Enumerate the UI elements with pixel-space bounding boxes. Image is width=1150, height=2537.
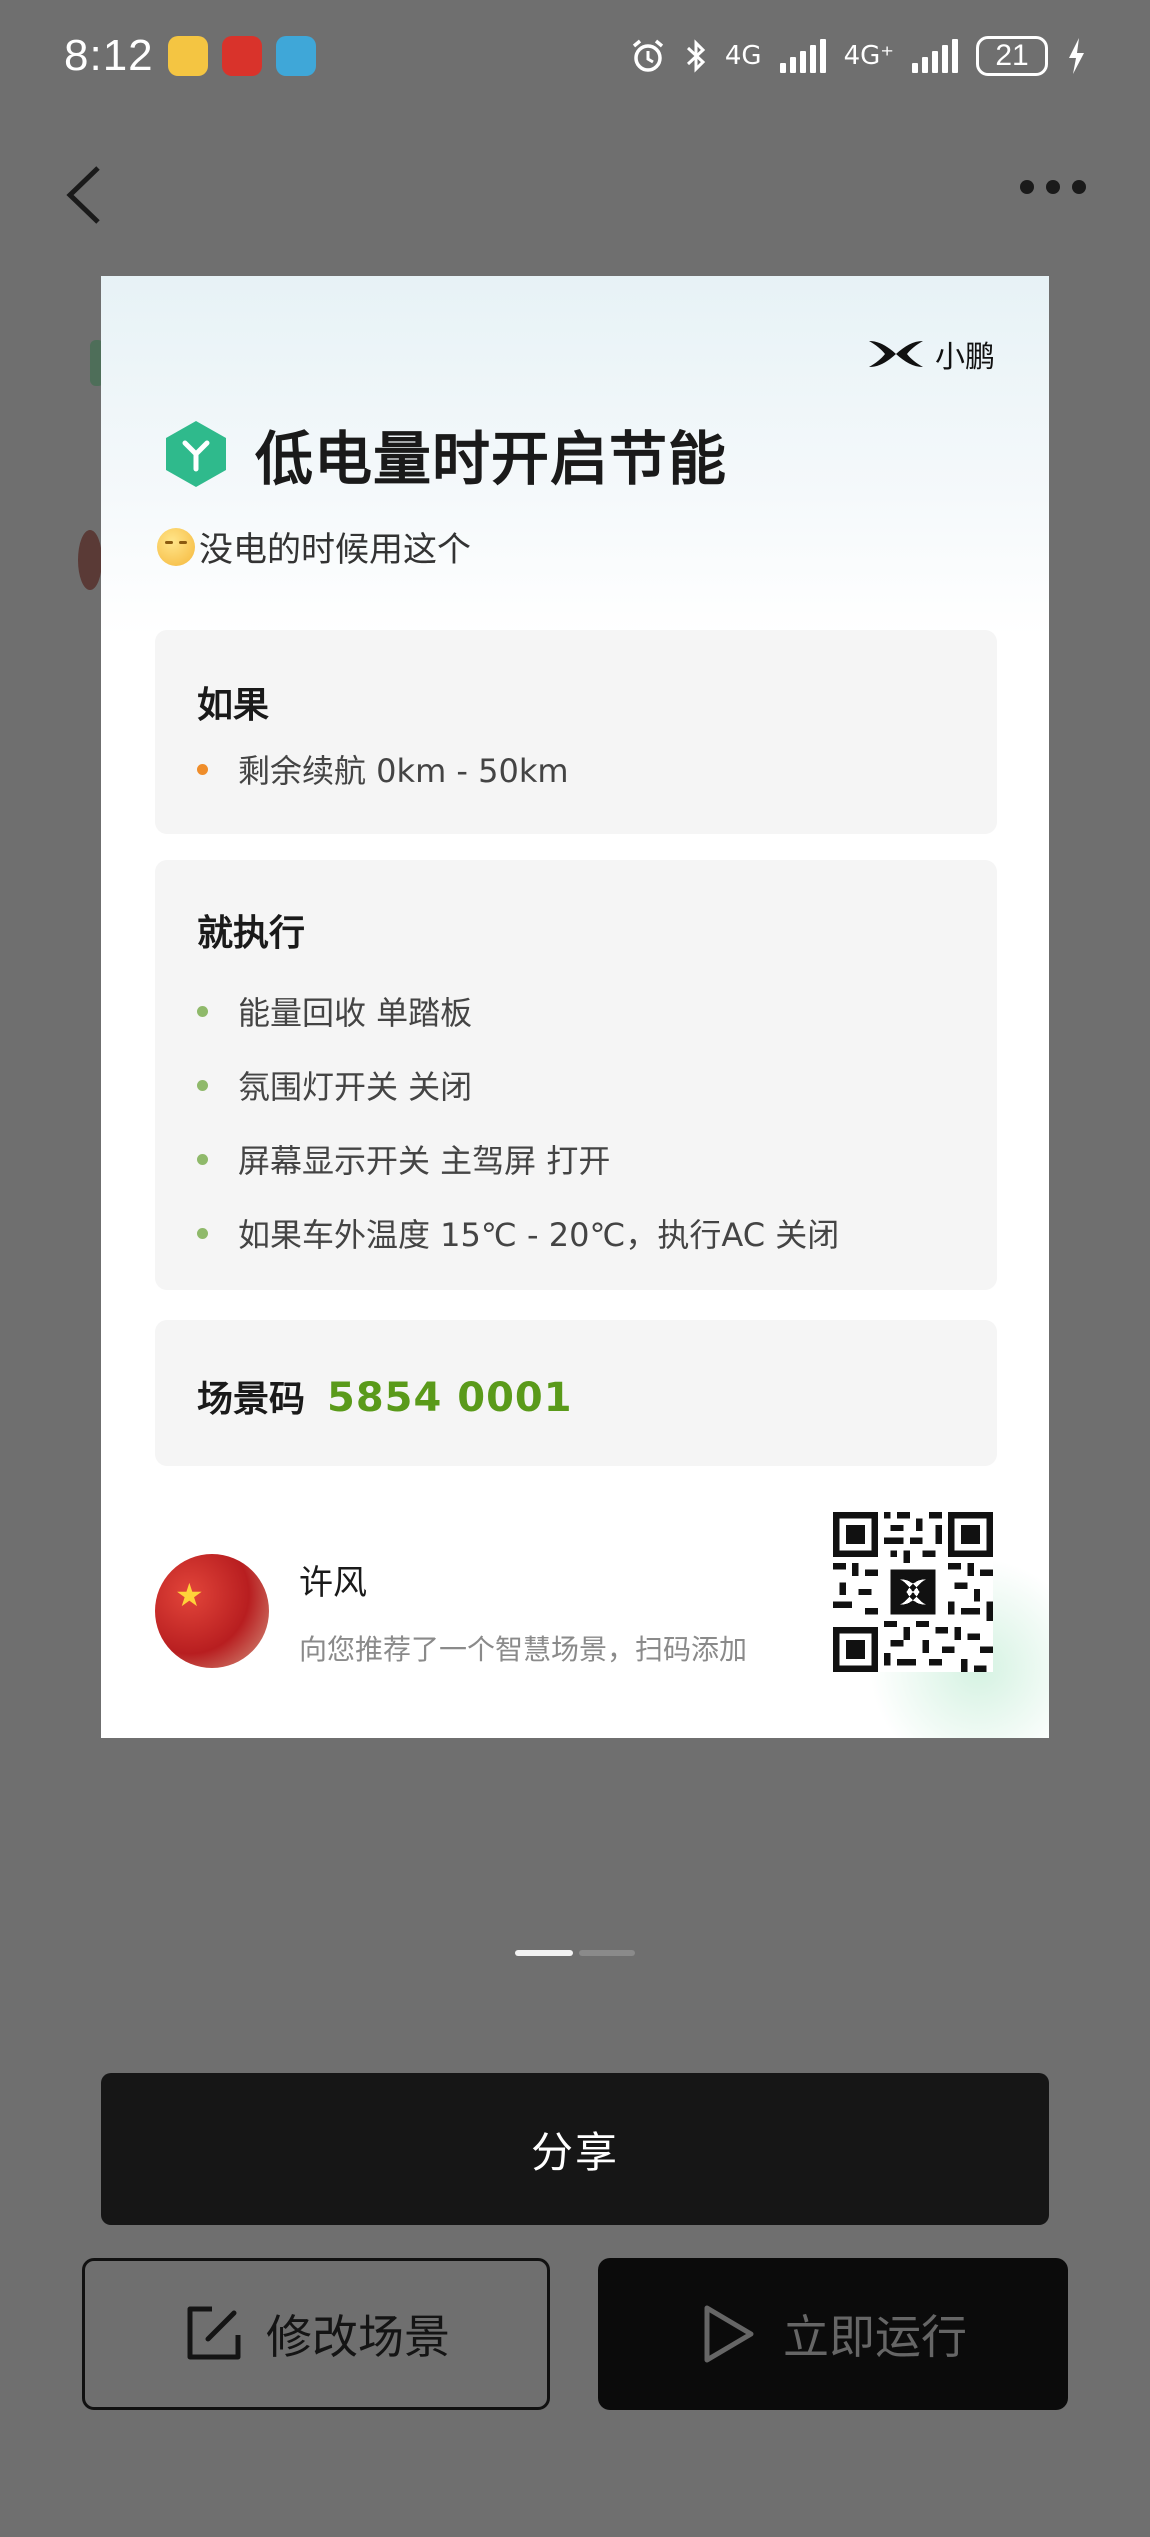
then-section: 就执行 能量回收 单踏板 氛围灯开关 关闭 屏幕显示开关 主驾屏 打开 如果车外…: [155, 860, 997, 1290]
scene-code-row: 场景码 5854 0001: [197, 1370, 573, 1422]
status-app-icons: [167, 36, 316, 76]
condition-list: 剩余续航 0km - 50km: [197, 746, 569, 792]
card-title-row: 低电量时开启节能: [163, 412, 727, 496]
weibo-app-icon: [167, 36, 208, 76]
if-section: 如果 剩余续航 0km - 50km: [155, 630, 997, 834]
sharer-text: 许风 向您推荐了一个智慧场景，扫码添加: [299, 1555, 747, 1668]
news-app-icon: [221, 36, 262, 76]
edit-scene-label: 修改场景: [266, 2310, 450, 2364]
action-bullet: [197, 1079, 208, 1091]
battery-indicator: 21: [976, 36, 1048, 76]
more-dots-icon[interactable]: [1020, 180, 1086, 194]
action-item: 屏幕显示开关 主驾屏 打开: [197, 1122, 839, 1196]
action-text: 氛围灯开关 关闭: [238, 1068, 473, 1106]
scene-code-value[interactable]: 5854 0001: [327, 1375, 573, 1421]
network-label-1: 4G: [724, 41, 762, 71]
charging-icon: [1069, 38, 1084, 74]
bluetooth-icon: [686, 39, 706, 73]
sharer-description: 向您推荐了一个智慧场景，扫码添加: [299, 1632, 748, 1666]
pager-dot-active[interactable]: [515, 1950, 573, 1956]
run-now-label: 立即运行: [783, 2310, 967, 2364]
action-bullet: [197, 1227, 208, 1239]
status-time: 8:12: [64, 31, 154, 80]
action-text: 如果车外温度 15℃ - 20℃，执行AC 关闭: [238, 1216, 840, 1254]
action-item: 能量回收 单踏板: [197, 974, 839, 1048]
scene-code-label: 场景码: [197, 1379, 306, 1420]
network-label-2: 4G⁺: [843, 41, 894, 71]
brand-name: 小鹏: [935, 340, 995, 375]
sharer-avatar: [155, 1554, 269, 1668]
action-text: 能量回收 单踏板: [238, 994, 473, 1032]
status-bar: 8:12 4G 4G⁺ 21: [0, 0, 1150, 112]
qr-code: [833, 1512, 993, 1672]
brand-logo: 小鹏: [867, 332, 995, 376]
smile-emoji-icon: [157, 527, 195, 566]
card-pager: [515, 1950, 635, 1956]
sharer-info: 许风 向您推荐了一个智慧场景，扫码添加: [155, 1554, 747, 1668]
play-icon: [704, 2305, 754, 2363]
scene-title: 低电量时开启节能: [255, 425, 728, 493]
action-bullet: [197, 1005, 208, 1017]
action-item: 氛围灯开关 关闭: [197, 1048, 839, 1122]
signal-strength-1-icon: [779, 39, 826, 73]
share-button[interactable]: 分享: [101, 2073, 1049, 2225]
action-list: 能量回收 单踏板 氛围灯开关 关闭 屏幕显示开关 主驾屏 打开 如果车外温度 1…: [197, 974, 839, 1270]
action-text: 屏幕显示开关 主驾屏 打开: [238, 1142, 611, 1180]
condition-bullet: [197, 763, 208, 775]
signal-strength-2-icon: [912, 39, 958, 73]
back-arrow-icon[interactable]: [60, 160, 120, 230]
share-button-label: 分享: [530, 2127, 619, 2177]
pager-dot[interactable]: [579, 1950, 635, 1956]
alarm-icon: [632, 39, 663, 72]
edit-scene-button[interactable]: 修改场景: [82, 2258, 550, 2410]
edit-icon: [187, 2306, 241, 2360]
if-heading: 如果: [197, 685, 270, 726]
travel-app-icon: [275, 36, 316, 76]
bg-avatar-hint: [78, 530, 102, 590]
sharer-name: 许风: [299, 1562, 367, 1603]
run-now-button[interactable]: 立即运行: [598, 2258, 1068, 2410]
status-indicators: 4G 4G⁺ 21: [629, 36, 1086, 76]
hexagon-scene-icon: [166, 421, 226, 487]
scene-code-section: 场景码 5854 0001: [155, 1320, 997, 1466]
action-bullet: [197, 1153, 208, 1165]
condition-text: 剩余续航 0km - 50km: [238, 752, 569, 790]
condition-item: 剩余续航 0km - 50km: [197, 746, 569, 792]
then-heading: 就执行: [197, 913, 306, 954]
action-item: 如果车外温度 15℃ - 20℃，执行AC 关闭: [197, 1196, 839, 1270]
xpeng-logo-icon: [869, 341, 923, 367]
scene-subtitle: 没电的时候用这个: [199, 530, 471, 570]
scene-subtitle-row: 没电的时候用这个: [157, 522, 471, 571]
share-card: 小鹏 低电量时开启节能 没电的时候用这个 如果 剩余续航 0km - 50km …: [101, 276, 1049, 1738]
